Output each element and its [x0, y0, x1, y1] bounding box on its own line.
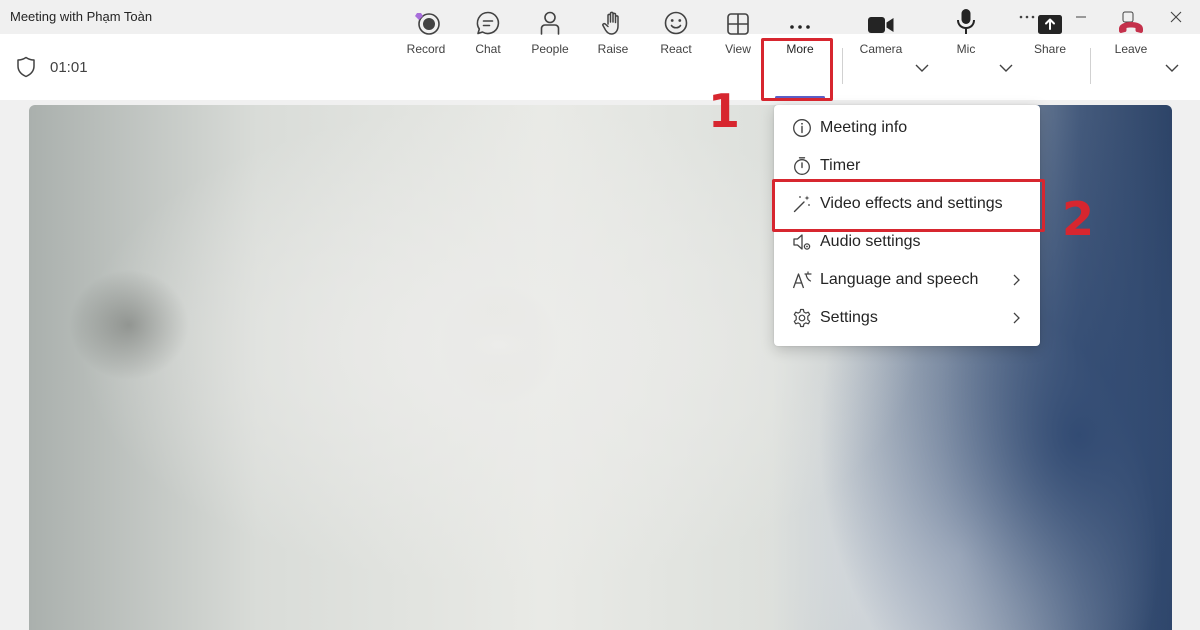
leave-label: Leave — [1114, 42, 1148, 56]
record-icon — [411, 8, 441, 36]
leave-button[interactable]: Leave — [1099, 8, 1163, 62]
chevron-right-icon — [1013, 312, 1020, 324]
chat-label: Chat — [475, 42, 501, 56]
mic-icon — [955, 8, 977, 36]
step-number-1: 1 — [708, 84, 741, 138]
record-label: Record — [406, 42, 446, 56]
shield-icon — [17, 56, 35, 78]
react-label: React — [660, 42, 692, 56]
highlight-box-more — [761, 38, 833, 101]
menu-item-label: Audio settings — [820, 233, 921, 250]
camera-button[interactable]: Camera — [849, 8, 913, 62]
highlight-box-video-effects — [772, 179, 1045, 232]
share-icon — [1037, 8, 1063, 36]
window-title: Meeting with Phạm Toàn — [10, 9, 153, 24]
hand-icon — [600, 8, 626, 36]
menu-item-meeting-info[interactable]: Meeting info — [774, 109, 1040, 147]
meeting-elapsed-time: 01:01 — [50, 59, 88, 76]
mic-label: Mic — [956, 42, 976, 56]
record-button[interactable]: Record — [394, 8, 458, 62]
people-icon — [537, 8, 563, 36]
people-label: People — [531, 42, 569, 56]
chat-icon — [475, 8, 501, 36]
phone-hangup-icon — [1117, 8, 1145, 36]
people-button[interactable]: People — [518, 8, 582, 62]
share-button[interactable]: Share — [1018, 8, 1082, 62]
menu-item-label: Settings — [820, 309, 878, 326]
view-label: View — [725, 42, 751, 56]
leave-options-chevron-down-icon[interactable] — [1162, 58, 1182, 78]
stopwatch-icon — [794, 157, 810, 175]
step-number-2: 2 — [1062, 192, 1095, 246]
chat-button[interactable]: Chat — [456, 8, 520, 62]
toolbar-divider — [1090, 48, 1091, 84]
speaker-settings-icon — [793, 234, 811, 250]
share-label: Share — [1033, 42, 1067, 56]
camera-icon — [867, 8, 895, 36]
language-icon — [792, 271, 812, 289]
raise-hand-button[interactable]: Raise — [581, 8, 645, 62]
smiley-icon — [663, 8, 689, 36]
menu-item-settings[interactable]: Settings — [774, 299, 1040, 337]
camera-label: Camera — [859, 42, 903, 56]
mic-options-chevron-down-icon[interactable] — [996, 58, 1016, 78]
menu-item-label: Timer — [820, 157, 861, 174]
toolbar-divider — [842, 48, 843, 84]
menu-item-label: Meeting info — [820, 119, 908, 136]
react-button[interactable]: React — [644, 8, 708, 62]
raise-label: Raise — [597, 42, 629, 56]
mic-button[interactable]: Mic — [934, 8, 998, 62]
grid-icon — [726, 8, 750, 36]
info-icon — [793, 119, 811, 137]
gear-icon — [793, 308, 811, 328]
menu-item-label: Language and speech — [820, 271, 979, 288]
chevron-right-icon — [1013, 274, 1020, 286]
menu-item-language-and-speech[interactable]: Language and speech — [774, 261, 1040, 299]
camera-options-chevron-down-icon[interactable] — [912, 58, 932, 78]
ellipsis-icon — [788, 8, 812, 36]
